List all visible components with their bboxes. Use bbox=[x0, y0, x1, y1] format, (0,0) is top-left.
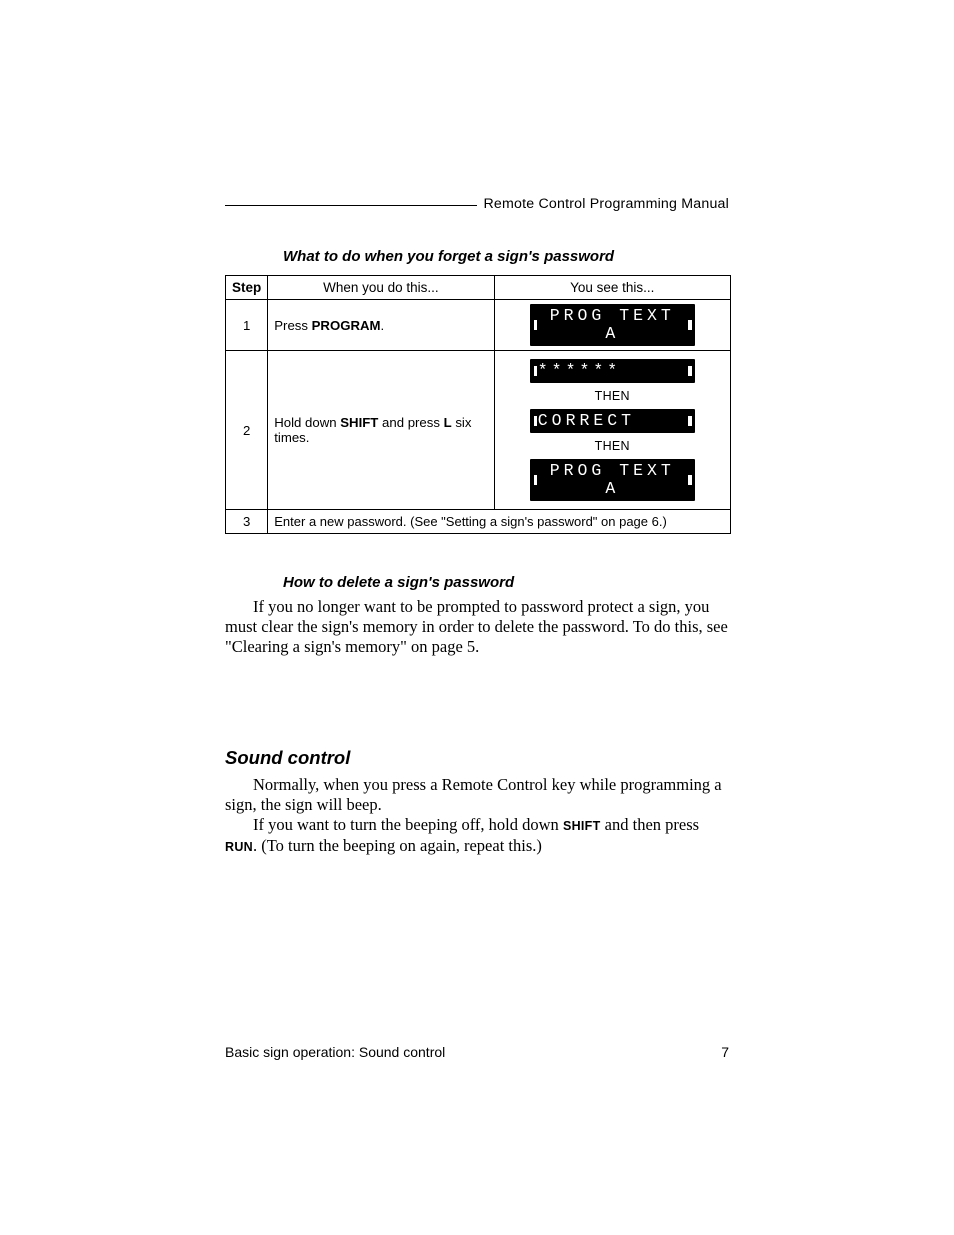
procedure-table: Step When you do this... You see this...… bbox=[225, 275, 731, 534]
col-step: Step bbox=[226, 276, 268, 300]
text: Press bbox=[274, 318, 311, 333]
header-rule bbox=[225, 205, 477, 206]
col-see: You see this... bbox=[494, 276, 730, 300]
step-number: 1 bbox=[226, 300, 268, 351]
heading-sound-control: Sound control bbox=[225, 747, 729, 769]
subheading-delete-password: How to delete a sign's password bbox=[283, 574, 729, 591]
step-do: Press PROGRAM. bbox=[268, 300, 494, 351]
table-row: 1 Press PROGRAM. PROG TEXT A bbox=[226, 300, 731, 351]
footer-left: Basic sign operation: Sound control bbox=[225, 1044, 445, 1060]
step-do: Hold down SHIFT and press L six times. bbox=[268, 351, 494, 510]
table-row: 3 Enter a new password. (See "Setting a … bbox=[226, 510, 731, 534]
key-run: RUN bbox=[225, 840, 253, 854]
page-content: What to do when you forget a sign's pass… bbox=[225, 248, 729, 857]
table-header-row: Step When you do this... You see this... bbox=[226, 276, 731, 300]
table-row: 2 Hold down SHIFT and press L six times.… bbox=[226, 351, 731, 510]
lcd-text: CORRECT bbox=[538, 411, 635, 430]
subheading-forget-password: What to do when you forget a sign's pass… bbox=[283, 248, 729, 265]
page-number: 7 bbox=[721, 1044, 729, 1060]
lcd-text: PROG TEXT A bbox=[550, 306, 675, 343]
text: If you want to turn the beeping off, hol… bbox=[253, 815, 563, 834]
paragraph: If you no longer want to be prompted to … bbox=[225, 597, 729, 657]
key-program: PROGRAM bbox=[312, 318, 381, 333]
page-footer: Basic sign operation: Sound control 7 bbox=[225, 1044, 729, 1060]
page-header: Remote Control Programming Manual bbox=[225, 196, 729, 212]
key-shift: SHIFT bbox=[340, 415, 378, 430]
lcd-text: ****** bbox=[538, 361, 621, 380]
lcd-text: PROG TEXT A bbox=[550, 461, 675, 498]
col-do: When you do this... bbox=[268, 276, 494, 300]
header-title: Remote Control Programming Manual bbox=[483, 196, 729, 212]
text: . (To turn the beeping on again, repeat … bbox=[253, 836, 542, 855]
lcd-display: PROG TEXT A bbox=[530, 459, 695, 501]
body-text: If you no longer want to be prompted to … bbox=[225, 597, 729, 657]
body-text: If you want to turn the beeping off, hol… bbox=[225, 815, 729, 857]
step-number: 2 bbox=[226, 351, 268, 510]
step-number: 3 bbox=[226, 510, 268, 534]
step-see: ****** THEN CORRECT THEN PROG TEXT A bbox=[494, 351, 730, 510]
text: Hold down bbox=[274, 415, 340, 430]
key-l: L bbox=[444, 415, 452, 430]
lcd-display: PROG TEXT A bbox=[530, 304, 695, 346]
then-label: THEN bbox=[501, 439, 724, 453]
body-text: Normally, when you press a Remote Contro… bbox=[225, 775, 729, 815]
then-label: THEN bbox=[501, 389, 724, 403]
key-shift: SHIFT bbox=[563, 819, 601, 833]
text: . bbox=[381, 318, 385, 333]
step-see: PROG TEXT A bbox=[494, 300, 730, 351]
paragraph: Normally, when you press a Remote Contro… bbox=[225, 775, 729, 857]
text: and then press bbox=[601, 815, 700, 834]
lcd-display: ****** bbox=[530, 359, 695, 383]
text: and press bbox=[378, 415, 443, 430]
lcd-display: CORRECT bbox=[530, 409, 695, 433]
step-do: Enter a new password. (See "Setting a si… bbox=[268, 510, 731, 534]
